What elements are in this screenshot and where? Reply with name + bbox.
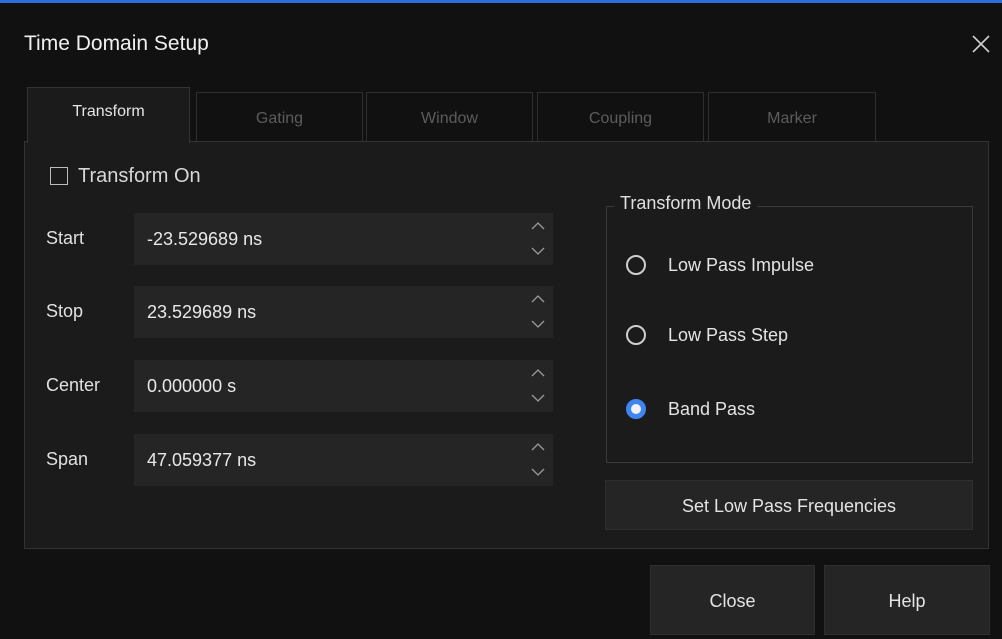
radio-button-selected[interactable] (626, 399, 646, 419)
time-domain-setup-dialog: Time Domain Setup Transform Gating Windo… (0, 0, 1002, 639)
center-label: Center (46, 375, 101, 395)
start-value[interactable]: -23.529689 ns (147, 229, 262, 250)
close-button[interactable]: Close (650, 565, 815, 635)
center-value[interactable]: 0.000000 s (147, 376, 236, 397)
radio-band-pass[interactable]: Band Pass (626, 397, 755, 421)
stop-input[interactable]: 23.529689 ns (134, 286, 553, 338)
radio-low-pass-step[interactable]: Low Pass Step (626, 323, 788, 347)
chevron-up-icon[interactable] (528, 363, 548, 383)
transform-on-checkbox[interactable]: Transform On (50, 163, 201, 189)
tab-transform[interactable]: Transform (27, 87, 190, 143)
chevron-up-icon[interactable] (528, 289, 548, 309)
radio-button[interactable] (626, 255, 646, 275)
span-label: Span (46, 449, 89, 469)
set-low-pass-frequencies-button[interactable]: Set Low Pass Frequencies (605, 480, 973, 530)
chevron-down-icon[interactable] (528, 241, 548, 261)
tab-gating[interactable]: Gating (196, 92, 363, 141)
checkbox-box[interactable] (50, 167, 68, 185)
chevron-down-icon[interactable] (528, 388, 548, 408)
span-value[interactable]: 47.059377 ns (147, 450, 256, 471)
radio-label: Band Pass (668, 398, 756, 419)
radio-low-pass-impulse[interactable]: Low Pass Impulse (626, 253, 814, 277)
chevron-down-icon[interactable] (528, 314, 548, 334)
stop-value[interactable]: 23.529689 ns (147, 302, 256, 323)
chevron-down-icon[interactable] (528, 462, 548, 482)
center-input[interactable]: 0.000000 s (134, 360, 553, 412)
radio-button[interactable] (626, 325, 646, 345)
radio-label: Low Pass Step (668, 324, 789, 345)
start-label: Start (46, 228, 85, 248)
start-input[interactable]: -23.529689 ns (134, 213, 553, 265)
chevron-up-icon[interactable] (528, 437, 548, 457)
chevron-up-icon[interactable] (528, 216, 548, 236)
transform-on-label: Transform On (78, 164, 201, 187)
tab-marker[interactable]: Marker (708, 92, 876, 141)
close-icon[interactable] (964, 27, 998, 61)
transform-mode-title: Transform Mode (614, 193, 758, 214)
help-button[interactable]: Help (824, 565, 990, 635)
span-input[interactable]: 47.059377 ns (134, 434, 553, 486)
dialog-title: Time Domain Setup (24, 32, 209, 55)
tab-coupling[interactable]: Coupling (537, 92, 704, 141)
tab-window[interactable]: Window (366, 92, 533, 141)
stop-label: Stop (46, 301, 84, 321)
radio-label: Low Pass Impulse (668, 254, 815, 275)
